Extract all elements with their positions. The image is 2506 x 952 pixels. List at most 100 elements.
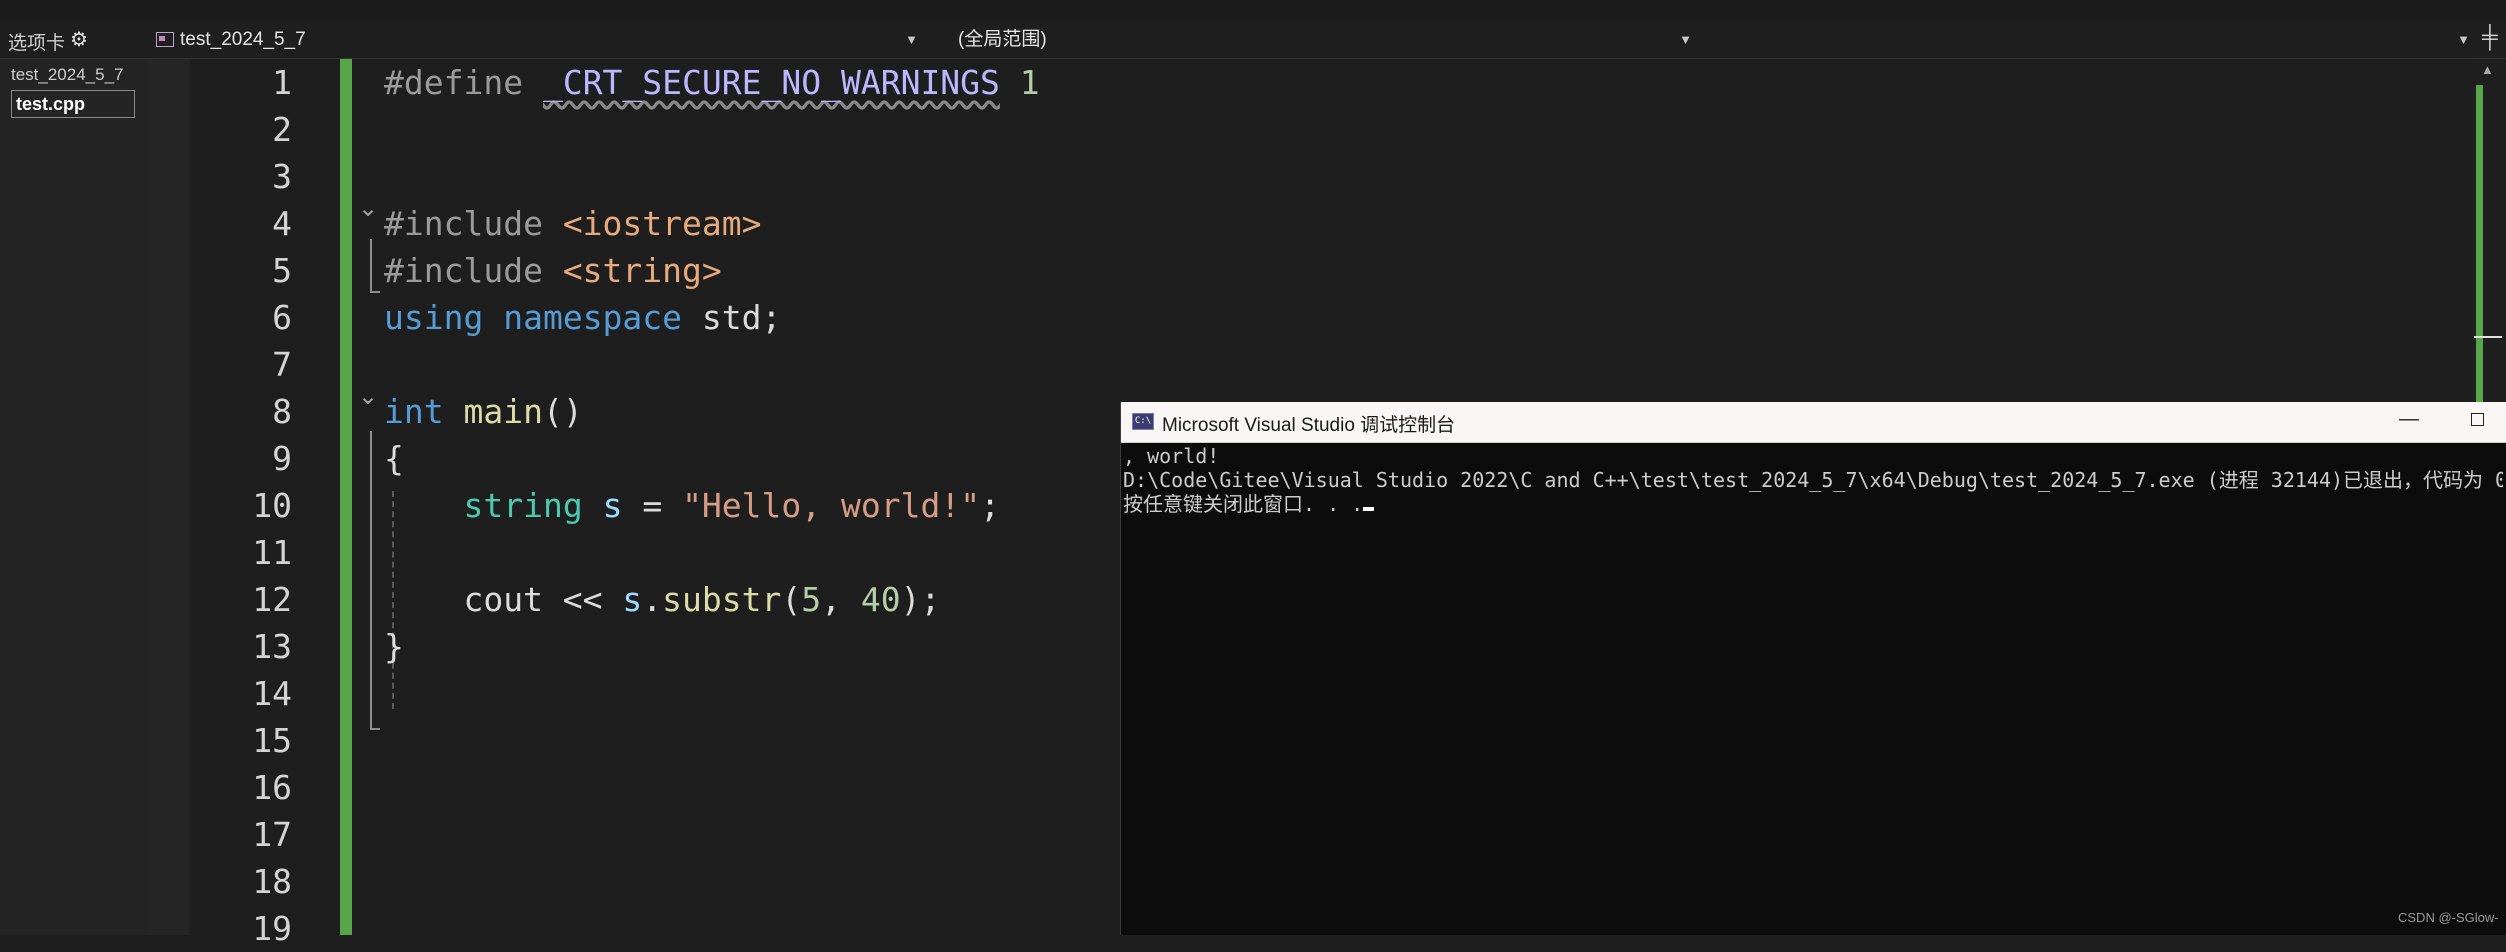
code-token: #include	[384, 204, 563, 243]
sidebar-project-group: test_2024_5_7	[11, 65, 124, 84]
console-output[interactable]: , world! D:\Code\Gitee\Visual Studio 202…	[1123, 444, 2503, 932]
code-token: _CRT_SECURE_NO_WARNINGS	[542, 63, 1000, 102]
code-token: <iostream>	[562, 204, 762, 243]
code-token: namespace	[503, 298, 683, 337]
code-token: int	[384, 392, 444, 431]
chevron-down-icon: ▼	[2457, 32, 2470, 47]
indicator-margin	[148, 59, 190, 935]
code-token: <string>	[562, 251, 722, 290]
line-number: 6	[272, 298, 292, 337]
line-number-margin: 1 2 3 4 5 6 7 8 9 10 11 12 13 14 15 16 17 18 19	[190, 59, 340, 948]
line-number: 8	[272, 392, 292, 431]
code-token: ()	[542, 392, 583, 431]
project-file-icon	[156, 32, 174, 47]
code-token: ,	[821, 580, 861, 619]
gear-icon[interactable]: ⚙	[70, 27, 88, 52]
main-fold-bracket	[370, 431, 380, 730]
console-line: D:\Code\Gitee\Visual Studio 2022\C and C…	[1123, 468, 2503, 492]
code-token: "Hello, world!"	[682, 486, 981, 525]
minimize-button[interactable]: —	[2399, 408, 2419, 431]
scroll-up-icon[interactable]: ▲	[2481, 62, 2494, 77]
code-token: #define	[384, 63, 543, 102]
chevron-down-icon: ▼	[905, 32, 918, 47]
scope-dropdown-value: (全局范围)	[958, 29, 1047, 50]
console-title-bar[interactable]: C:\ Microsoft Visual Studio 调试控制台 —	[1121, 402, 2506, 443]
code-line: int main()	[384, 388, 583, 435]
debug-console-window[interactable]: C:\ Microsoft Visual Studio 调试控制台 — , wo…	[1120, 402, 2506, 935]
code-token: 1	[1019, 63, 1040, 102]
code-line: #define _CRT_SECURE_NO_WARNINGS 1	[384, 59, 1040, 106]
code-token: ;	[980, 486, 1000, 525]
line-number: 12	[252, 580, 292, 619]
split-icon[interactable]: ╪	[2482, 24, 2498, 50]
code-line: cout << s.substr(5, 40);	[384, 576, 940, 623]
line-number: 17	[252, 815, 292, 854]
project-dropdown[interactable]: test_2024_5_7 ▼	[150, 25, 926, 55]
code-line: string s = "Hello, world!";	[384, 482, 1000, 529]
code-token: #include	[384, 251, 563, 290]
sidebar-tab-test-cpp[interactable]: test.cpp	[11, 90, 135, 118]
text-cursor	[1363, 507, 1375, 511]
line-number: 18	[252, 862, 292, 901]
line-number: 10	[252, 486, 292, 525]
console-line: 按任意键关闭此窗口. . .	[1123, 492, 2503, 516]
code-token: std;	[682, 298, 782, 337]
code-token: .	[642, 580, 663, 619]
member-dropdown[interactable]: ▼	[1704, 25, 2478, 55]
line-number: 2	[272, 110, 292, 149]
code-token: {	[384, 439, 404, 478]
code-line: }	[384, 623, 404, 670]
watermark: CSDN @-SGlow-	[2398, 910, 2499, 925]
code-token: main	[463, 392, 543, 431]
project-dropdown-value: test_2024_5_7	[180, 29, 306, 50]
code-line: using namespace std;	[384, 294, 781, 341]
line-number: 3	[272, 157, 292, 196]
line-number: 7	[272, 345, 292, 384]
code-token: 5	[801, 580, 822, 619]
scope-dropdown[interactable]: (全局范围) ▼	[930, 25, 1700, 55]
code-token: s	[622, 580, 643, 619]
code-line: {	[384, 435, 404, 482]
code-line: #include <string>	[384, 247, 722, 294]
vertical-tabs-panel: test_2024_5_7 test.cpp	[0, 59, 148, 935]
line-number: 13	[252, 627, 292, 666]
line-number: 16	[252, 768, 292, 807]
fold-toggle-icon[interactable]: ⌄	[358, 194, 378, 222]
line-number: 5	[272, 251, 292, 290]
line-number: 9	[272, 439, 292, 478]
code-token: (	[781, 580, 802, 619]
line-number: 19	[252, 909, 292, 948]
tabs-label: 选项卡	[8, 33, 66, 54]
code-token: 40	[860, 580, 901, 619]
change-tracking-bar	[340, 59, 352, 935]
code-token: );	[900, 580, 941, 619]
console-app-icon: C:\	[1132, 413, 1154, 430]
fold-toggle-icon[interactable]: ⌄	[358, 382, 378, 410]
console-title: Microsoft Visual Studio 调试控制台	[1162, 415, 1456, 436]
line-number: 14	[252, 674, 292, 713]
navigation-bar: 选项卡 ⚙ test_2024_5_7 ▼ (全局范围) ▼ ▼ ╪	[0, 22, 2506, 59]
console-line-text: 按任意键关闭此窗口. . .	[1123, 492, 1364, 516]
scrollbar-caret-marker	[2474, 336, 2502, 338]
code-token: substr	[662, 580, 782, 619]
code-token: string	[463, 486, 583, 525]
include-fold-bracket	[370, 239, 380, 293]
line-number: 1	[272, 63, 292, 102]
code-token: =	[622, 486, 683, 525]
code-token: using	[384, 298, 484, 337]
code-token: }	[384, 627, 404, 666]
title-strip	[0, 0, 2506, 22]
code-line: #include <iostream>	[384, 200, 762, 247]
maximize-button[interactable]	[2471, 413, 2484, 426]
chevron-down-icon: ▼	[1679, 32, 1692, 47]
code-token: cout <<	[384, 580, 623, 619]
console-line: , world!	[1123, 444, 1220, 468]
line-number: 15	[252, 721, 292, 760]
code-token: s	[602, 486, 623, 525]
line-number: 4	[272, 204, 292, 243]
